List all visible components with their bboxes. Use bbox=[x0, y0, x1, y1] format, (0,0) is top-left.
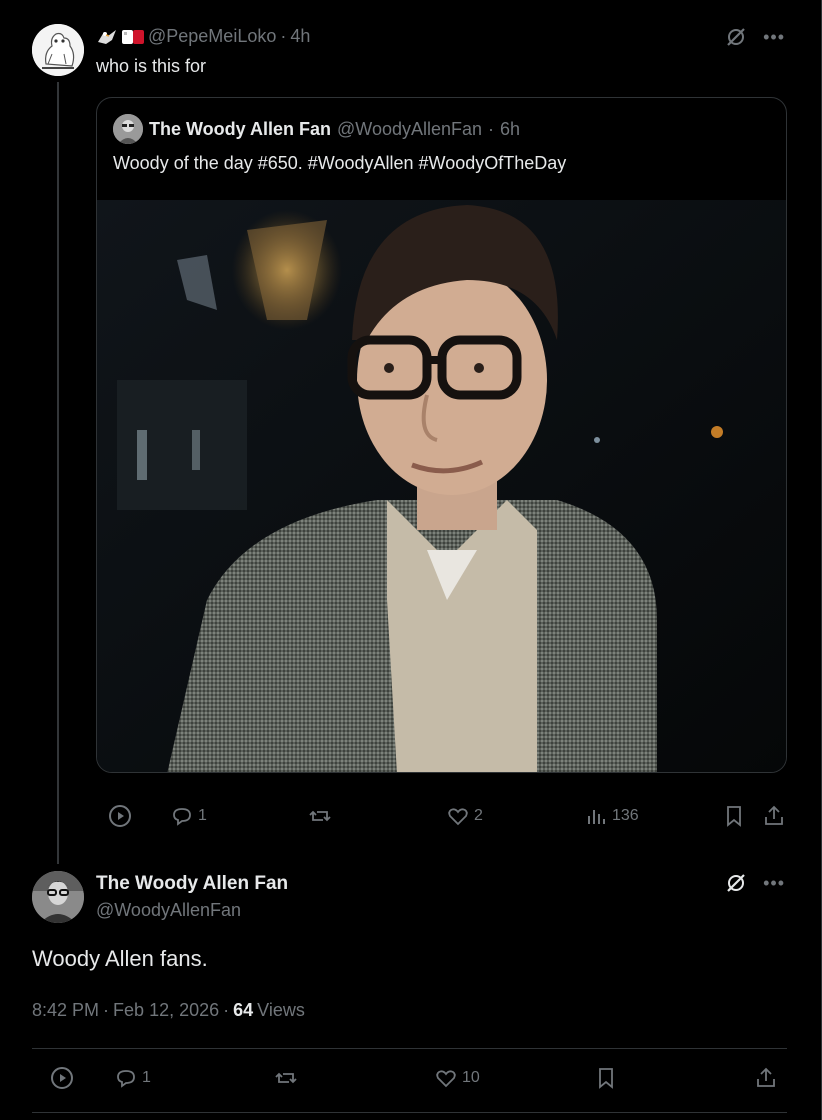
repost-button[interactable] bbox=[274, 1066, 302, 1090]
parent-tweet-text: who is this for bbox=[96, 56, 207, 76]
heart-icon bbox=[436, 1070, 456, 1088]
play-button[interactable] bbox=[108, 804, 132, 828]
views-icon bbox=[588, 810, 605, 824]
repost-icon bbox=[309, 810, 331, 822]
parent-handle[interactable]: @PepeMeiLoko bbox=[148, 26, 276, 47]
divider bbox=[32, 1048, 787, 1049]
share-icon bbox=[757, 1067, 775, 1087]
quoted-time: 6h bbox=[500, 118, 521, 139]
reply-count: 1 bbox=[142, 1069, 151, 1086]
views-count: 136 bbox=[612, 807, 639, 824]
repost-icon bbox=[275, 1072, 297, 1084]
views-label: Views bbox=[257, 1000, 305, 1020]
share-button[interactable] bbox=[754, 1066, 778, 1090]
main-tweet-top-actions: ••• bbox=[725, 872, 785, 894]
share-button[interactable] bbox=[762, 804, 786, 828]
reply-button[interactable]: 1 bbox=[114, 1066, 151, 1090]
main-tweet-handle[interactable]: @WoodyAllenFan bbox=[96, 900, 241, 921]
play-button[interactable] bbox=[50, 1066, 74, 1090]
repost-button[interactable] bbox=[308, 804, 336, 828]
eagle-emoji-icon bbox=[96, 28, 118, 46]
reply-icon bbox=[117, 1070, 135, 1088]
more-icon[interactable]: ••• bbox=[763, 28, 785, 46]
tweet-thread-page: @PepeMeiLoko · 4h ••• who is this for Th… bbox=[0, 0, 822, 1120]
play-icon bbox=[109, 805, 131, 827]
reply-icon bbox=[173, 808, 191, 826]
grok-icon[interactable] bbox=[725, 26, 747, 48]
pepe-avatar[interactable] bbox=[32, 24, 84, 76]
more-icon[interactable]: ••• bbox=[763, 874, 785, 892]
divider bbox=[32, 1112, 787, 1113]
quoted-tweet-photo[interactable] bbox=[97, 200, 786, 772]
quoted-tweet-text: Woody of the day #650. #WoodyAllen #Wood… bbox=[113, 153, 567, 173]
separator-dot: · bbox=[223, 1000, 230, 1020]
bookmark-button[interactable] bbox=[722, 804, 746, 828]
share-icon bbox=[765, 805, 783, 825]
reply-count: 1 bbox=[198, 807, 207, 824]
like-button[interactable]: 10 bbox=[434, 1066, 480, 1090]
parent-tweet-header: @PepeMeiLoko · 4h bbox=[96, 26, 310, 47]
bookmark-icon bbox=[599, 1068, 613, 1089]
quoted-name: The Woody Allen Fan bbox=[149, 118, 332, 139]
views-count: 64 bbox=[233, 1000, 254, 1020]
separator-dot: · bbox=[488, 118, 495, 139]
heart-icon bbox=[448, 808, 468, 826]
main-tweet-meta: 8:42 PM · Feb 12, 2026 · 64 Views bbox=[32, 1000, 305, 1021]
tweet-time[interactable]: 8:42 PM bbox=[32, 1000, 99, 1021]
like-button[interactable]: 2 bbox=[446, 804, 483, 828]
main-tweet-text: Woody Allen fans. bbox=[32, 946, 208, 971]
play-icon bbox=[51, 1067, 73, 1089]
quoted-handle: @WoodyAllenFan bbox=[337, 118, 483, 139]
main-tweet-avatar[interactable] bbox=[32, 871, 84, 923]
like-count: 10 bbox=[462, 1069, 480, 1086]
tweet-date[interactable]: Feb 12, 2026 bbox=[113, 1000, 219, 1021]
views-button[interactable]: 136 bbox=[584, 804, 639, 828]
parent-tweet-actions: 1 2 136 bbox=[96, 796, 791, 836]
parent-time[interactable]: 4h bbox=[290, 26, 310, 47]
separator-dot: · bbox=[103, 1000, 110, 1020]
malta-flag-icon bbox=[122, 28, 144, 46]
quoted-avatar bbox=[113, 114, 143, 144]
quoted-tweet-card[interactable]: The Woody Allen Fan @WoodyAllenFan · 6h … bbox=[96, 97, 787, 773]
separator-dot: · bbox=[280, 26, 287, 46]
reply-button[interactable]: 1 bbox=[170, 804, 207, 828]
like-count: 2 bbox=[474, 807, 483, 824]
bookmark-button[interactable] bbox=[594, 1066, 618, 1090]
grok-icon[interactable] bbox=[725, 872, 747, 894]
thread-connector-line bbox=[57, 82, 59, 864]
main-tweet-actions: 1 10 bbox=[32, 1058, 787, 1102]
quoted-tweet-header: The Woody Allen Fan @WoodyAllenFan · 6h bbox=[113, 114, 520, 144]
parent-tweet-top-actions: ••• bbox=[725, 26, 785, 48]
bookmark-icon bbox=[727, 806, 741, 827]
main-tweet-name[interactable]: The Woody Allen Fan bbox=[96, 873, 288, 895]
